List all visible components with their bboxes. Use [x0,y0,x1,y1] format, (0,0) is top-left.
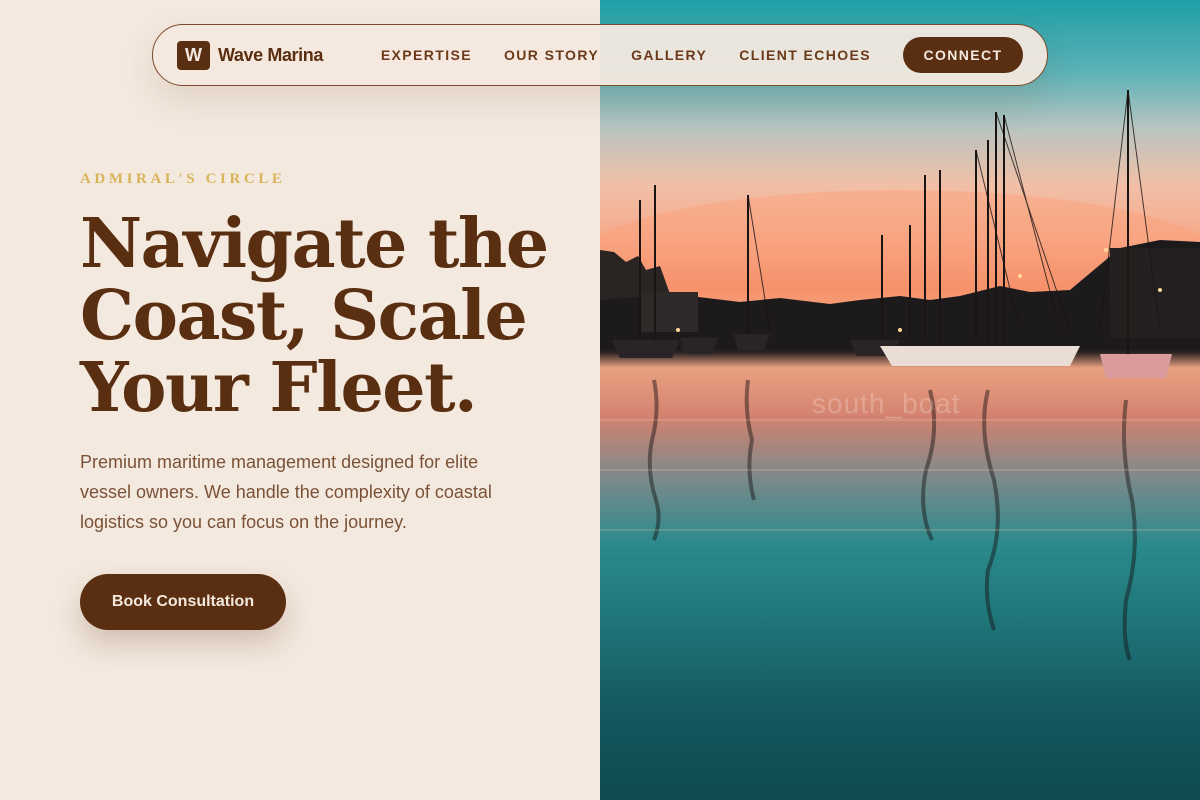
connect-button[interactable]: CONNECT [903,37,1023,73]
hero-lead-text: Premium maritime management designed for… [80,452,492,532]
brand-logo[interactable]: W Wave Marina [177,40,323,70]
nav-link-expertise[interactable]: EXPERTISE [381,47,472,63]
hero-photo-marina: south_boat [600,0,1200,800]
hero-headline: Navigate the Coast, Scale Your Fleet. [80,204,549,428]
nav-link-our-story[interactable]: OUR STORY [504,47,599,63]
photo-watermark: south_boat [812,388,961,419]
hero-eyebrow: ADMIRAL'S CIRCLE [80,171,286,187]
book-consultation-button[interactable]: Book Consultation [80,574,286,630]
brand-name: Wave Marina [218,44,323,65]
brand-mark-icon: W [177,40,210,70]
top-navigation: W Wave Marina EXPERTISE OUR STORY GALLER… [152,24,1048,86]
nav-links: EXPERTISE OUR STORY GALLERY CLIENT ECHOE… [381,37,1023,73]
nav-link-client-echoes[interactable]: CLIENT ECHOES [739,47,871,63]
nav-link-gallery[interactable]: GALLERY [631,47,707,63]
